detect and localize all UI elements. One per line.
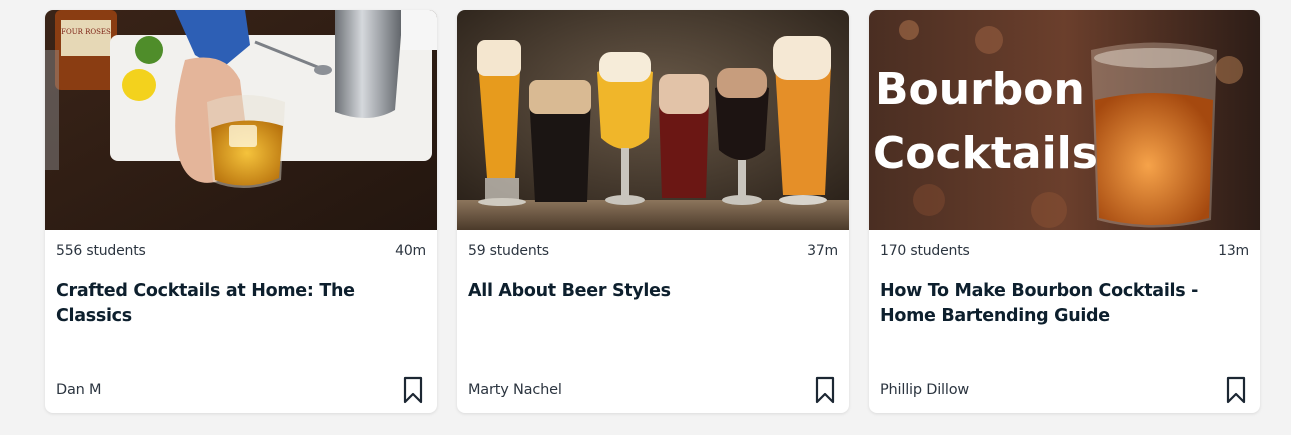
student-count: 556 students xyxy=(56,243,146,259)
course-title[interactable]: All About Beer Styles xyxy=(468,279,835,304)
course-title[interactable]: Crafted Cocktails at Home: The Classics xyxy=(56,279,423,329)
thumbnail-text-line1: Bourbon xyxy=(875,64,1085,115)
beer-glasses-photo xyxy=(457,10,849,230)
student-count: 170 students xyxy=(880,243,970,259)
course-thumbnail[interactable]: FOUR ROSES xyxy=(45,10,437,230)
cocktail-photo: FOUR ROSES xyxy=(45,10,437,230)
thumbnail-text-line2: Cocktails xyxy=(873,128,1098,179)
course-author: Phillip Dillow xyxy=(880,382,970,398)
course-card[interactable]: FOUR ROSES 556 students 40m Crafted Cock… xyxy=(45,10,437,413)
course-card[interactable]: 59 students 37m All About Beer Styles Ma… xyxy=(457,10,849,413)
course-duration: 37m xyxy=(807,243,838,259)
course-thumbnail[interactable]: Bourbon Cocktails xyxy=(869,10,1260,230)
course-duration: 40m xyxy=(395,243,426,259)
bookmark-icon[interactable] xyxy=(1226,376,1246,404)
course-thumbnail[interactable] xyxy=(457,10,849,230)
course-duration: 13m xyxy=(1218,243,1249,259)
bourbon-photo: Bourbon Cocktails xyxy=(869,10,1260,230)
course-grid: FOUR ROSES 556 students 40m Crafted Cock… xyxy=(0,0,1291,435)
course-card[interactable]: Bourbon Cocktails 170 students 13m How T… xyxy=(869,10,1260,413)
bookmark-icon[interactable] xyxy=(403,376,423,404)
student-count: 59 students xyxy=(468,243,549,259)
bookmark-icon[interactable] xyxy=(815,376,835,404)
course-author: Dan M xyxy=(56,382,102,398)
course-title[interactable]: How To Make Bourbon Cocktails - Home Bar… xyxy=(880,279,1246,329)
bottle-label: FOUR ROSES xyxy=(61,28,111,36)
course-author: Marty Nachel xyxy=(468,382,562,398)
